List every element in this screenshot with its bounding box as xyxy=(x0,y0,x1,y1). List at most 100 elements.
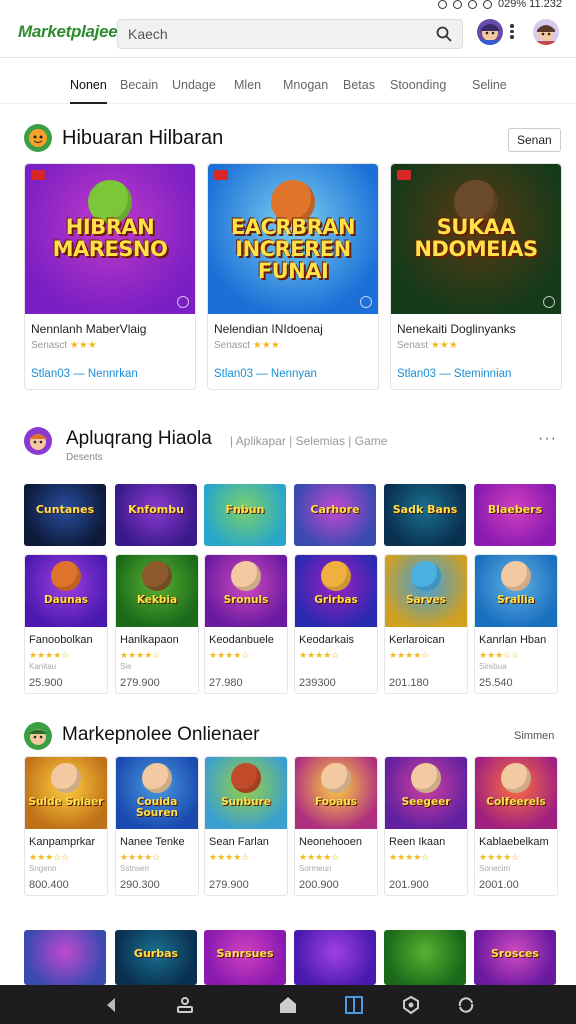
search-input[interactable] xyxy=(128,26,418,42)
star-rating: ★★★★☆ xyxy=(389,650,430,660)
game-card-art[interactable]: Kekbia xyxy=(116,555,198,627)
tab-8[interactable]: Seline xyxy=(472,78,507,92)
game-card-subtext: Sirebua xyxy=(479,662,507,671)
tab-4[interactable]: Mlen xyxy=(234,78,261,92)
game-tile[interactable] xyxy=(294,930,376,985)
featured-app-link[interactable]: Stlan03 — Nennrkan xyxy=(31,368,138,380)
game-card-title[interactable]: Keodanbuele xyxy=(209,634,287,646)
game-card-art[interactable]: Colfeerels xyxy=(475,757,557,829)
section-1-title: Hibuaran Hilbaran xyxy=(62,127,224,149)
game-tile-title: Cuntanes xyxy=(35,503,95,516)
home-icon[interactable] xyxy=(277,994,299,1016)
section-2-more-icon[interactable]: ··· xyxy=(538,430,557,448)
library-icon[interactable] xyxy=(343,994,365,1016)
game-card[interactable]: Grirbas Keodarkais ★★★★☆ 239300 xyxy=(294,554,378,694)
tab-6[interactable]: Betas xyxy=(343,78,375,92)
game-card-title[interactable]: Fanoobolkan xyxy=(29,634,107,646)
profile-tab-icon[interactable] xyxy=(174,994,196,1016)
game-card-title[interactable]: Nanee Tenke xyxy=(120,836,198,848)
featured-app-title[interactable]: Nennlanh MaberVlaig xyxy=(31,322,146,336)
game-tile[interactable] xyxy=(384,930,466,985)
game-card[interactable]: Couida Souren Nanee Tenke ★★★★☆ Sstnsen 290.… xyxy=(115,756,199,896)
featured-app-link[interactable]: Stlan03 — Steminnian xyxy=(397,368,511,380)
game-card-art[interactable]: Daunas xyxy=(25,555,107,627)
game-card[interactable]: Sronuls Keodanbuele ★★★★☆ 27.980 xyxy=(204,554,288,694)
refresh-icon[interactable] xyxy=(455,994,477,1016)
game-card[interactable]: Kekbia Hanlkapaon ★★★★☆ Sie 279.900 xyxy=(115,554,199,694)
game-card-title[interactable]: Hanlkapaon xyxy=(120,634,198,646)
game-tile[interactable]: Knfombu xyxy=(115,484,197,546)
featured-app-rating: Senast ★★★ xyxy=(397,340,458,351)
character-illustration xyxy=(501,561,531,591)
game-card-art[interactable]: Sunbure xyxy=(205,757,287,829)
featured-app-art[interactable]: EACRBRAN INCREREN FUNAI xyxy=(208,164,378,314)
featured-app-card[interactable]: SUKAA NDOMEIAS Nenekaiti Doglinyanks Senas… xyxy=(390,163,562,390)
tab-5[interactable]: Mnogan xyxy=(283,78,328,92)
game-card-title[interactable]: Neonehooen xyxy=(299,836,377,848)
game-tile[interactable]: Carhore xyxy=(294,484,376,546)
featured-app-title[interactable]: Nenekaiti Doglinyanks xyxy=(397,322,516,336)
game-card[interactable]: Daunas Fanoobolkan ★★★★☆ Kanitau 25.900 xyxy=(24,554,108,694)
character-illustration xyxy=(501,763,531,793)
game-card-title[interactable]: Keodarkais xyxy=(299,634,377,646)
game-card-title[interactable]: Kanrlan Hban xyxy=(479,634,557,646)
game-tile[interactable]: Gurbas xyxy=(115,930,197,985)
game-card-art[interactable]: Seegeer xyxy=(385,757,467,829)
featured-app-title[interactable]: Nelendian INIdoenaj xyxy=(214,322,323,336)
game-card[interactable]: Sunbure Sean Farlan ★★★★☆ 279.900 xyxy=(204,756,288,896)
battery-clock-text: 029% 11.232 xyxy=(497,0,562,10)
featured-app-card[interactable]: EACRBRAN INCREREN FUNAI Nelendian INIdoen… xyxy=(207,163,379,390)
game-card-title[interactable]: Sean Farlan xyxy=(209,836,287,848)
game-card-title[interactable]: Kablaebelkam xyxy=(479,836,557,848)
game-card-subtext: Sstnsen xyxy=(120,864,149,873)
game-card-title[interactable]: Kerlaroican xyxy=(389,634,467,646)
search-box[interactable] xyxy=(117,19,463,49)
tab-1[interactable]: Nonen xyxy=(70,78,107,104)
game-card-price: 27.980 xyxy=(209,677,243,689)
game-card[interactable]: Fooaus Neonehooen ★★★★☆ Sormeun 200.900 xyxy=(294,756,378,896)
game-card-art[interactable]: Sronuls xyxy=(205,555,287,627)
more-options-icon[interactable] xyxy=(509,22,515,42)
game-tile[interactable]: Srosces xyxy=(474,930,556,985)
star-rating: ★★★★☆ xyxy=(29,650,70,660)
tab-7[interactable]: Stoonding xyxy=(390,78,446,92)
game-card[interactable]: Colfeerels Kablaebelkam ★★★★☆ Sonecim 2001.0… xyxy=(474,756,558,896)
game-card-art[interactable]: Grirbas xyxy=(295,555,377,627)
game-card-art[interactable]: Srallia xyxy=(475,555,557,627)
game-tile[interactable]: Sadk Bans xyxy=(384,484,466,546)
back-icon[interactable] xyxy=(100,994,122,1016)
avatar[interactable] xyxy=(477,19,503,45)
game-card-title[interactable]: Reen Ikaan xyxy=(389,836,467,848)
game-tile[interactable]: Sanrsues xyxy=(204,930,286,985)
game-card[interactable]: Srallia Kanrlan Hban ★★★☆☆ Sirebua 25.540 xyxy=(474,554,558,694)
section-2-links[interactable]: | Aplikapar | Selemias | Game xyxy=(230,434,387,448)
game-tile[interactable] xyxy=(24,930,106,985)
game-card-price: 201.900 xyxy=(389,879,429,891)
game-card-art[interactable]: Fooaus xyxy=(295,757,377,829)
game-card[interactable]: Sarves Kerlaroican ★★★★☆ 201.180 xyxy=(384,554,468,694)
badge-icon[interactable] xyxy=(400,994,422,1016)
game-card-art[interactable]: Sarves xyxy=(385,555,467,627)
game-tile[interactable]: Cuntanes xyxy=(24,484,106,546)
featured-app-card[interactable]: HIBRAN MARESNO Nennlanh MaberVlaig Senasct… xyxy=(24,163,196,390)
game-tile[interactable]: Fnbun xyxy=(204,484,286,546)
search-icon[interactable] xyxy=(436,26,452,42)
game-tile[interactable]: Blaebers xyxy=(474,484,556,546)
character-illustration xyxy=(231,561,261,591)
game-card-title[interactable]: Kanpamprkar xyxy=(29,836,107,848)
star-rating: ★★★★☆ xyxy=(120,852,161,862)
game-tile-title: Fnbun xyxy=(225,503,265,516)
game-card[interactable]: Sulde Snlaer Kanpamprkar ★★★☆☆ Sngenn 800.40… xyxy=(24,756,108,896)
app-logo[interactable]: Marketplajee xyxy=(18,22,118,42)
game-card[interactable]: Seegeer Reen Ikaan ★★★★☆ 201.900 xyxy=(384,756,468,896)
tab-3[interactable]: Undage xyxy=(172,78,216,92)
tab-2[interactable]: Becain xyxy=(120,78,158,92)
section-1-see-all-button[interactable]: Senan xyxy=(508,128,561,152)
featured-app-link[interactable]: Stlan03 — Nennyan xyxy=(214,368,317,380)
featured-app-art[interactable]: HIBRAN MARESNO xyxy=(25,164,195,314)
game-card-art[interactable]: Couida Souren xyxy=(116,757,198,829)
featured-app-art[interactable]: SUKAA NDOMEIAS xyxy=(391,164,561,314)
profile-avatar[interactable] xyxy=(533,19,559,45)
section-3-more-link[interactable]: Simmen xyxy=(514,730,554,742)
game-card-art[interactable]: Sulde Snlaer xyxy=(25,757,107,829)
